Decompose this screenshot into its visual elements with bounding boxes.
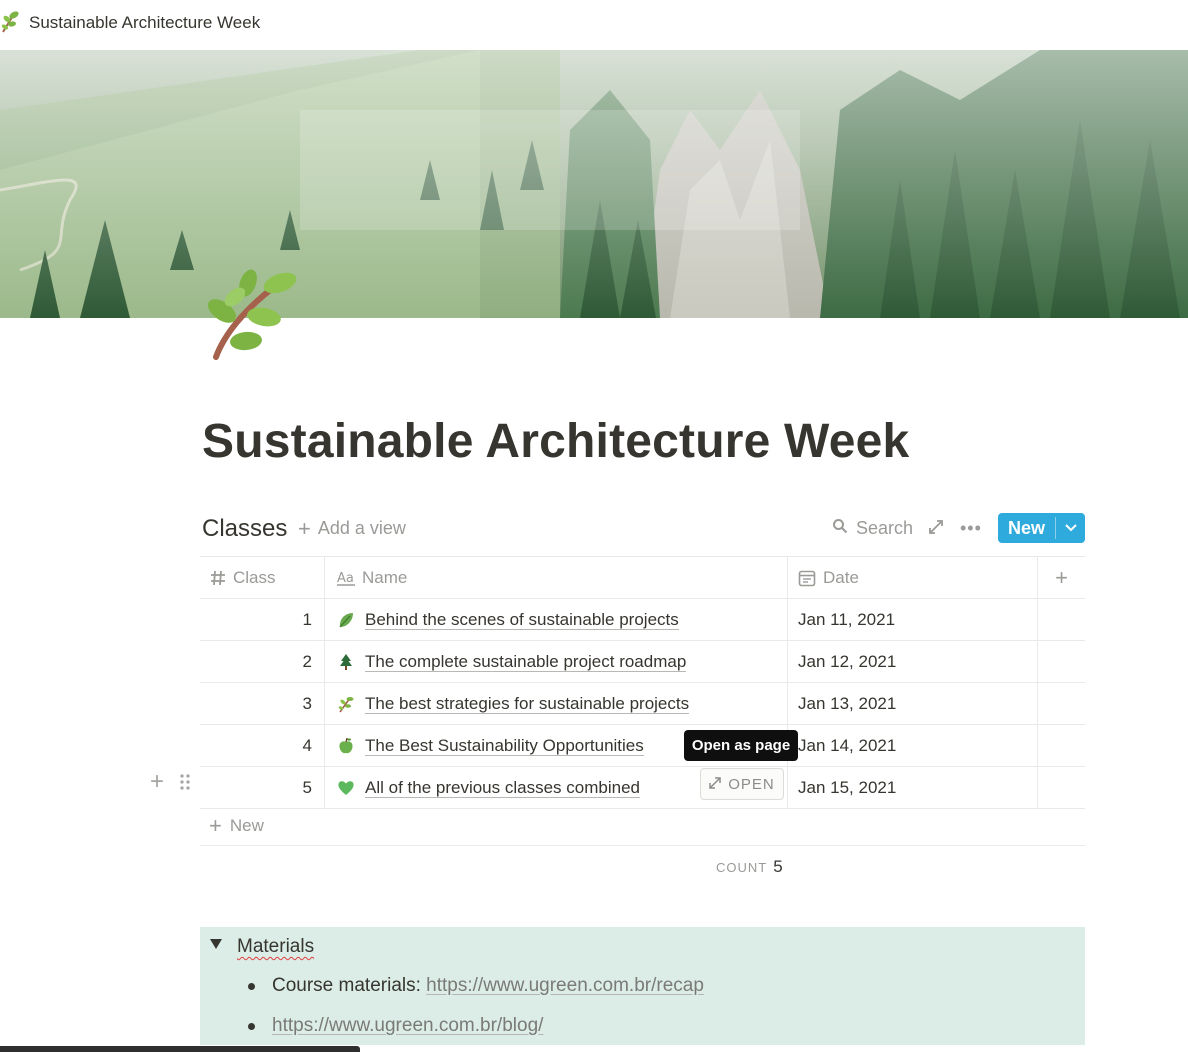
class-cell[interactable]: 4	[200, 725, 325, 766]
plus-icon: +	[298, 515, 311, 541]
class-cell[interactable]: 3	[200, 683, 325, 724]
empty-cell	[1038, 641, 1085, 682]
date-cell[interactable]: Jan 12, 2021	[788, 641, 1038, 682]
date-cell[interactable]: Jan 14, 2021	[788, 725, 1038, 766]
table-row[interactable]: 4 The Best Sustainability Opportunities …	[200, 725, 1085, 767]
column-header-label: Class	[233, 567, 276, 587]
expand-icon[interactable]	[928, 519, 944, 535]
date-cell[interactable]: Jan 15, 2021	[788, 767, 1038, 808]
empty-cell	[1038, 725, 1085, 766]
add-view-label: Add a view	[317, 518, 406, 538]
count-value: 5	[773, 857, 783, 876]
column-header-label: Name	[362, 567, 408, 587]
table-row[interactable]: 1 Behind the scenes of sustainable proje…	[200, 599, 1085, 641]
classes-table: Class Aa Name Date + 1 Behind the scenes…	[200, 556, 1085, 809]
class-name[interactable]: The complete sustainable project roadmap	[365, 652, 687, 672]
green-apple-icon	[337, 737, 355, 755]
new-row-label: New	[229, 815, 264, 835]
bullet-icon	[248, 1023, 255, 1030]
class-date: Jan 11, 2021	[798, 609, 896, 629]
class-name[interactable]: The best strategies for sustainable proj…	[365, 694, 690, 714]
name-cell[interactable]: Behind the scenes of sustainable project…	[325, 599, 788, 640]
search-icon	[832, 518, 848, 539]
window-title: Sustainable Architecture Week	[29, 13, 261, 32]
toggle-title[interactable]: Materials	[237, 936, 314, 958]
add-row-plus-icon[interactable]: +	[150, 770, 164, 794]
table-row[interactable]: 2 The complete sustainable project roadm…	[200, 641, 1085, 683]
leafy-green-icon	[337, 611, 355, 629]
class-cell[interactable]: 1	[200, 599, 325, 640]
hash-icon	[210, 570, 226, 586]
open-as-page-button[interactable]: OPEN	[700, 768, 784, 800]
class-number: 5	[302, 777, 312, 797]
page-title[interactable]: Sustainable Architecture Week	[202, 414, 909, 469]
materials-toggle-block: Materials Course materials: https://www.…	[200, 927, 1085, 1045]
green-heart-icon	[337, 779, 355, 797]
class-date: Jan 15, 2021	[798, 777, 897, 797]
date-cell[interactable]: Jan 11, 2021	[788, 599, 1038, 640]
class-number: 3	[302, 693, 312, 713]
class-number: 2	[302, 651, 312, 671]
column-header-date[interactable]: Date	[788, 557, 1038, 598]
search-button[interactable]: Search	[832, 518, 913, 539]
class-name[interactable]: Behind the scenes of sustainable project…	[365, 610, 679, 630]
open-as-page-tooltip: Open as page	[684, 730, 798, 761]
evergreen-tree-icon	[337, 653, 355, 671]
name-cell[interactable]: The best strategies for sustainable proj…	[325, 683, 788, 724]
name-cell[interactable]: The complete sustainable project roadmap	[325, 641, 788, 682]
class-date: Jan 14, 2021	[798, 735, 897, 755]
calendar-icon	[798, 569, 816, 587]
class-cell[interactable]: 2	[200, 641, 325, 682]
list-item: Course materials: https://www.ugreen.com…	[272, 975, 704, 997]
blog-link[interactable]: https://www.ugreen.com.br/blog/	[272, 1015, 543, 1036]
bullet-icon	[248, 983, 255, 990]
class-date: Jan 12, 2021	[798, 651, 897, 671]
recap-link[interactable]: https://www.ugreen.com.br/recap	[426, 975, 704, 996]
expand-icon	[709, 776, 721, 793]
plus-icon: +	[209, 812, 222, 838]
column-header-label: Date	[823, 567, 859, 587]
new-row-button[interactable]: + New	[200, 806, 1085, 846]
more-options-icon[interactable]: •••	[960, 518, 982, 539]
empty-cell	[1038, 767, 1085, 808]
plus-icon: +	[1055, 564, 1068, 590]
open-button-label: OPEN	[728, 775, 775, 793]
text-aa-icon: Aa	[337, 570, 355, 586]
class-number: 4	[302, 735, 312, 755]
class-number: 1	[302, 609, 312, 629]
herb-icon[interactable]	[204, 265, 302, 365]
chevron-down-icon[interactable]	[1056, 513, 1085, 543]
search-label: Search	[856, 518, 914, 538]
toggle-triangle-icon[interactable]	[210, 939, 222, 949]
empty-cell	[1038, 599, 1085, 640]
top-bar: Sustainable Architecture Week	[0, 0, 1188, 48]
table-header-row: Class Aa Name Date +	[200, 556, 1085, 599]
class-name[interactable]: All of the previous classes combined	[365, 778, 640, 798]
bottom-scrollbar[interactable]	[0, 1046, 360, 1052]
herb-icon	[0, 10, 22, 34]
table-row[interactable]: 3 The best strategies for sustainable pr…	[200, 683, 1085, 725]
herb-icon	[337, 695, 355, 713]
drag-handle-icon[interactable]	[179, 773, 191, 791]
list-item: https://www.ugreen.com.br/blog/	[272, 1015, 543, 1037]
cover-image[interactable]	[0, 50, 1188, 318]
column-header-class[interactable]: Class	[200, 557, 325, 598]
class-date: Jan 13, 2021	[798, 693, 897, 713]
date-cell[interactable]: Jan 13, 2021	[788, 683, 1038, 724]
svg-text:Aa: Aa	[337, 571, 354, 586]
add-view-button[interactable]: + Add a view	[298, 515, 406, 541]
add-column-button[interactable]: +	[1038, 557, 1085, 598]
new-record-button[interactable]: New	[998, 513, 1085, 543]
count-summary[interactable]: COUNT 5	[716, 857, 783, 877]
class-cell[interactable]: 5	[200, 767, 325, 808]
empty-cell	[1038, 683, 1085, 724]
count-label: COUNT	[716, 860, 768, 875]
database-title[interactable]: Classes	[202, 515, 287, 543]
column-header-name[interactable]: Aa Name	[325, 557, 788, 598]
class-name[interactable]: The Best Sustainability Opportunities	[365, 736, 644, 756]
table-row[interactable]: 5 All of the previous classes combined J…	[200, 767, 1085, 809]
new-button-label[interactable]: New	[998, 513, 1055, 543]
list-item-prefix: Course materials:	[272, 975, 427, 996]
